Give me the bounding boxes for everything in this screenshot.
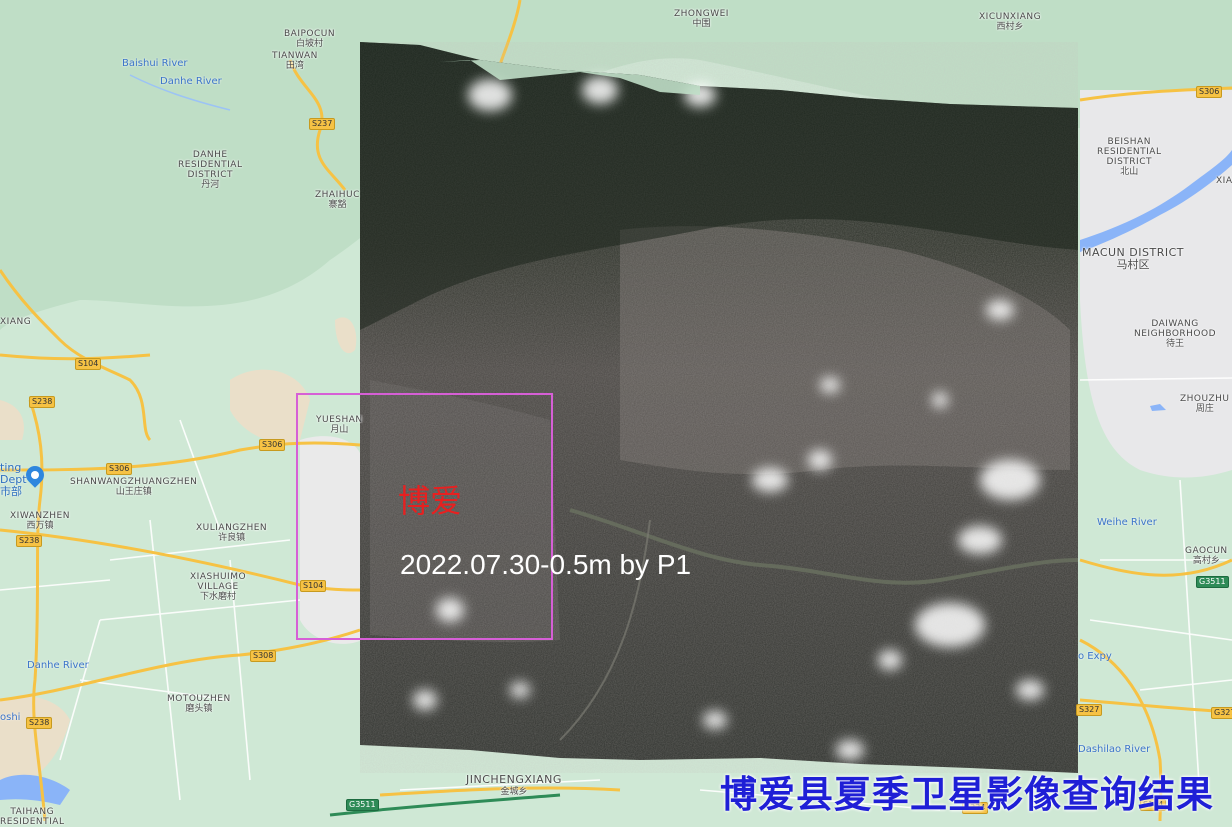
place-beishan-cn: 北山 (1120, 167, 1139, 177)
place-daiwang-cn: 待王 (1166, 339, 1185, 349)
river-label-weihe: Weihe River (1097, 517, 1157, 528)
road-shield-s306-b: S306 (106, 463, 133, 475)
road-shield-s104-a: S104 (75, 358, 102, 370)
place-xia-right[interactable]: XIA (1216, 176, 1232, 186)
place-zhaihuc-cn: 寨豁 (328, 200, 347, 210)
place-macun-cn: 马村区 (1116, 258, 1150, 271)
place-taihang[interactable]: TAIHANG RESIDENTIAL (0, 797, 64, 827)
place-jincheng-cn: 金城乡 (500, 787, 528, 797)
place-gaocun-en: GAOCUN (1185, 546, 1228, 556)
place-daiwang-en: DAIWANG NEIGHBORHOOD (1134, 319, 1217, 339)
place-tianwan-cn: 田湾 (285, 61, 304, 71)
place-shanwang-en: SHANWANGZHUANGZHEN (70, 477, 198, 487)
place-xiwanzhen-cn: 西万镇 (26, 521, 54, 531)
imagery-caption: 2022.07.30-0.5m by P1 (400, 549, 692, 580)
place-shanwangzhuang[interactable]: SHANWANGZHUANGZHEN 山王庄镇 (70, 477, 197, 497)
place-macun[interactable]: MACUN DISTRICT 马村区 (1082, 247, 1184, 271)
place-zhongwei-cn: 中围 (692, 19, 711, 29)
place-yueshan[interactable]: YUESHAN 月山 (316, 415, 363, 435)
river-label-oshi: oshi (0, 712, 21, 723)
place-zhongwei[interactable]: ZHONGWEI 中围 (674, 9, 729, 29)
river-label-danhe-top: Danhe River (160, 76, 222, 87)
place-yueshan-cn: 月山 (330, 425, 349, 435)
place-danhe-cn: 丹河 (201, 180, 220, 190)
road-shield-s306-r: S306 (1196, 86, 1223, 98)
place-jincheng-en: JINCHENGXIANG (466, 773, 562, 786)
river-label-danhe-bottom: Danhe River (27, 660, 89, 671)
place-xuliang-cn: 许良镇 (218, 533, 246, 543)
place-motouzhen-en: MOTOUZHEN (167, 694, 231, 704)
road-shield-s327: S327 (1076, 704, 1103, 716)
place-baipocun[interactable]: BAIPOCUN 白坡村 (284, 29, 335, 49)
place-xicunxiang-cn: 西村乡 (996, 22, 1024, 32)
place-xuliang-en: XULIANGZHEN (196, 523, 268, 533)
place-xiashuimo[interactable]: XIASHUIMO VILLAGE 下水磨村 (190, 562, 246, 612)
place-xiang-left-en: XIANG (0, 317, 32, 327)
place-motouzhen-cn: 磨头镇 (185, 704, 213, 714)
place-gaocun[interactable]: GAOCUN 高村乡 (1185, 546, 1228, 566)
road-shield-s238-b: S238 (16, 535, 43, 547)
place-zhouzhu[interactable]: ZHOUZHU 周庄 (1180, 394, 1229, 414)
place-zhaihuc[interactable]: ZHAIHUC 寨豁 (315, 190, 360, 210)
place-xicunxiang[interactable]: XICUNXIANG 西村乡 (979, 12, 1041, 32)
place-xia-right-en: XIA (1216, 176, 1232, 186)
overlay-title: 博爱县夏季卫星影像查询结果 (720, 773, 1214, 816)
place-xuliangzhen[interactable]: XULIANGZHEN 许良镇 (196, 523, 267, 543)
place-xiwanzhen[interactable]: XIWANZHEN 西万镇 (10, 511, 70, 531)
road-label-expy: o Expy (1078, 651, 1112, 662)
place-tianwan[interactable]: TIANWAN 田湾 (272, 51, 318, 71)
place-gaocun-cn: 高村乡 (1192, 556, 1220, 566)
road-shield-s306-a: S306 (259, 439, 286, 451)
place-beishan-en: BEISHAN RESIDENTIAL DISTRICT (1097, 137, 1162, 167)
place-beishan[interactable]: BEISHAN RESIDENTIAL DISTRICT 北山 (1097, 127, 1161, 187)
road-shield-s237: S237 (309, 118, 336, 130)
place-daiwang[interactable]: DAIWANG NEIGHBORHOOD 待王 (1134, 309, 1216, 359)
road-shield-s238-c: S238 (26, 717, 53, 729)
place-zhouzhu-en: ZHOUZHU (1180, 394, 1230, 404)
place-tianwan-en: TIANWAN (272, 51, 318, 61)
place-xiashuimo-cn: 下水磨村 (200, 592, 237, 602)
place-xiashuimo-en: XIASHUIMO VILLAGE (190, 572, 247, 592)
place-baipocun-cn: 白坡村 (296, 39, 324, 49)
poi-label[interactable]: ting Dept 市部 (0, 462, 27, 498)
road-shield-s308: S308 (250, 650, 277, 662)
river-label-dashilao: Dashilao River (1078, 744, 1151, 755)
place-yueshan-en: YUESHAN (316, 415, 363, 425)
place-xicunxiang-en: XICUNXIANG (979, 12, 1042, 22)
road-shield-s238-a: S238 (29, 396, 56, 408)
aoi-name-label: 博爱 (398, 482, 463, 520)
place-xiwanzhen-en: XIWANZHEN (10, 511, 70, 521)
place-zhongwei-en: ZHONGWEI (674, 9, 729, 19)
river-label-baishui: Baishui River (122, 58, 188, 69)
road-shield-g3511-b: G3511 (1196, 576, 1229, 588)
place-danhe-en: DANHE RESIDENTIAL DISTRICT (178, 150, 243, 180)
road-shield-s104-b: S104 (300, 580, 327, 592)
place-zhaihuc-en: ZHAIHUC (315, 190, 360, 200)
place-danhe[interactable]: DANHE RESIDENTIAL DISTRICT 丹河 (178, 140, 242, 200)
place-taihang-en: TAIHANG RESIDENTIAL (0, 807, 65, 827)
place-jinchengxiang[interactable]: JINCHENGXIANG 金城乡 (466, 774, 562, 798)
place-xiang-left[interactable]: XIANG (0, 317, 31, 327)
place-motouzhen[interactable]: MOTOUZHEN 磨头镇 (167, 694, 231, 714)
road-shield-g3511-a: G3511 (346, 799, 379, 811)
road-shield-g327: G327 (1211, 707, 1232, 719)
place-zhouzhu-cn: 周庄 (1195, 404, 1214, 414)
place-shanwang-cn: 山王庄镇 (115, 487, 152, 497)
place-baipocun-en: BAIPOCUN (284, 29, 336, 39)
